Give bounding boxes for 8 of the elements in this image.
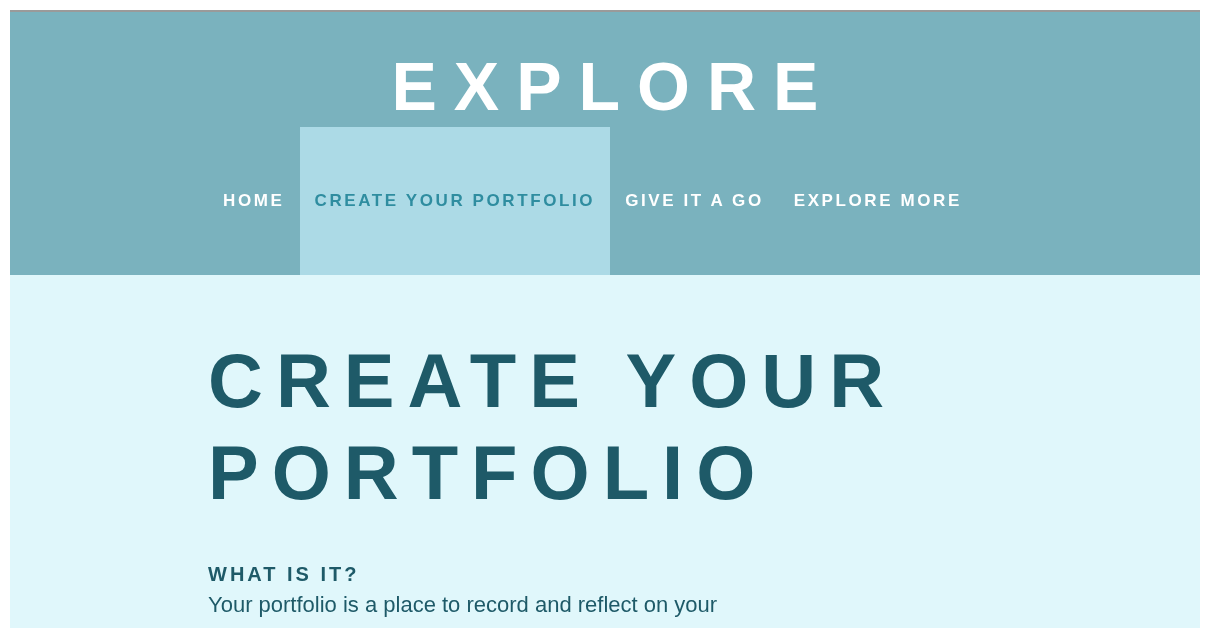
page-heading: CREATE YOUR PORTFOLIO bbox=[208, 337, 899, 517]
nav-tab[interactable]: GIVE IT A GO bbox=[610, 127, 779, 275]
nav-tab[interactable]: EXPLORE MORE bbox=[778, 127, 977, 275]
site-title: EXPLORE bbox=[391, 47, 836, 126]
section-heading: WHAT IS IT? bbox=[208, 563, 361, 586]
paragraph: Your portfolio is a place to record and reflect on your bbox=[208, 592, 719, 618]
nav-tab[interactable]: CREATE YOUR PORTFOLIO bbox=[299, 127, 611, 275]
nav-tab[interactable]: HOME bbox=[208, 127, 300, 275]
